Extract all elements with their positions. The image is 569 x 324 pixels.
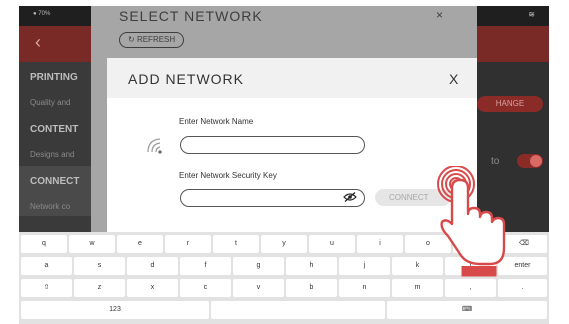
key-keyboard-switch[interactable]: ⌨ xyxy=(387,301,547,319)
key-i[interactable]: i xyxy=(357,235,403,253)
key-d[interactable]: d xyxy=(127,257,178,275)
network-name-label: Enter Network Name xyxy=(179,117,254,126)
refresh-button[interactable]: ↻ REFRESH xyxy=(119,32,185,48)
key-h[interactable]: h xyxy=(286,257,337,275)
dialog-title: ADD NETWORK xyxy=(128,71,244,87)
sidebar-item-content[interactable]: CONTENT xyxy=(30,124,78,135)
network-name-input[interactable] xyxy=(180,136,365,154)
sidebar-item-connect-desc: Network co xyxy=(30,202,71,211)
eye-off-icon[interactable] xyxy=(343,192,357,202)
key-numbers[interactable]: 123 xyxy=(21,301,209,319)
key-z[interactable]: z xyxy=(74,279,125,297)
key-c[interactable]: c xyxy=(180,279,231,297)
key-shift[interactable]: ⇧ xyxy=(21,279,72,297)
key-y[interactable]: y xyxy=(261,235,307,253)
select-network-title: SELECT NETWORK xyxy=(119,8,263,24)
key-u[interactable]: u xyxy=(309,235,355,253)
key-space[interactable] xyxy=(211,301,385,319)
key-w[interactable]: w xyxy=(69,235,115,253)
key-j[interactable]: j xyxy=(339,257,390,275)
wifi-signal-icon xyxy=(147,138,162,154)
key-q[interactable]: q xyxy=(21,235,67,253)
key-t[interactable]: t xyxy=(213,235,259,253)
sidebar-item-connect-bg[interactable]: CONNECT Network co xyxy=(19,166,91,216)
key-v[interactable]: v xyxy=(233,279,284,297)
key-x[interactable]: x xyxy=(127,279,178,297)
key-r[interactable]: r xyxy=(165,235,211,253)
refresh-label: REFRESH xyxy=(136,35,176,44)
refresh-icon: ↻ xyxy=(128,35,135,44)
sidebar-item-printing[interactable]: PRINTING xyxy=(30,72,78,83)
battery-level: 70% xyxy=(38,11,51,17)
wifi-status-icon: ≋ xyxy=(528,10,535,19)
device-screen: ● 70% ≋ ‹ PRINTING Quality and CONTENT D… xyxy=(19,6,549,324)
battery-indicator: ● 70% xyxy=(33,11,51,17)
key-e[interactable]: e xyxy=(117,235,163,253)
key-s[interactable]: s xyxy=(74,257,125,275)
key-b[interactable]: b xyxy=(286,279,337,297)
key-g[interactable]: g xyxy=(233,257,284,275)
change-button[interactable]: HANGE xyxy=(477,96,543,112)
security-key-label: Enter Network Security Key xyxy=(179,171,277,180)
tap-hand-icon xyxy=(437,166,506,277)
dialog-close-button[interactable]: X xyxy=(449,71,458,87)
key-n[interactable]: n xyxy=(339,279,390,297)
sidebar-item-content-desc: Designs and xyxy=(30,150,75,159)
back-chevron-icon[interactable]: ‹ xyxy=(35,32,41,53)
key-a[interactable]: a xyxy=(21,257,72,275)
key-f[interactable]: f xyxy=(180,257,231,275)
settings-sidebar: PRINTING Quality and CONTENT Designs and… xyxy=(19,62,91,232)
add-network-dialog: ADD NETWORK X Enter Network Name Enter N… xyxy=(107,58,477,233)
sidebar-item-connect[interactable]: CONNECT xyxy=(30,176,79,187)
dialog-header: ADD NETWORK X xyxy=(107,58,477,98)
select-network-close-button[interactable]: × xyxy=(436,8,443,22)
security-key-input[interactable] xyxy=(180,189,365,207)
sidebar-item-printing-desc: Quality and xyxy=(30,98,71,107)
